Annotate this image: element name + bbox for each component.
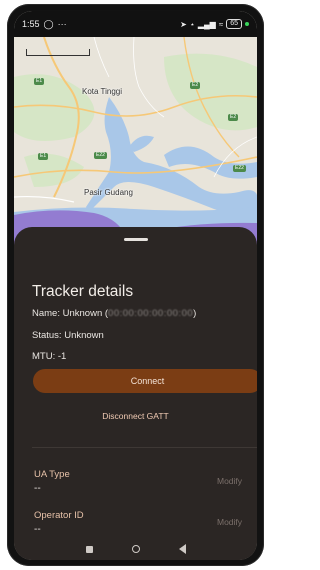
recents-icon[interactable]	[85, 545, 93, 553]
whatsapp-icon: ◯	[43, 18, 54, 29]
tracker-status: Status: Unknown	[32, 330, 104, 341]
home-icon[interactable]	[131, 545, 140, 553]
sheet-title: Tracker details	[32, 283, 134, 300]
road-shield: E22	[94, 152, 107, 159]
ua-type-value: --	[34, 483, 41, 494]
phone-frame: 1:55 ◯ ··· ➤ ⋆ ▂▄▆ ≈ 65 Kota Tinggi Pasi…	[7, 4, 264, 566]
operator-id-value: --	[34, 524, 41, 535]
ua-type-label: UA Type	[34, 469, 70, 480]
road-shield: E2	[190, 82, 201, 89]
status-bar-right: ➤ ⋆ ▂▄▆ ≈ 65	[180, 19, 249, 29]
map-label-pasir-gudang: Pasir Gudang	[84, 188, 133, 197]
map-canvas	[14, 37, 257, 247]
battery-icon: 65	[226, 19, 242, 29]
operator-id-label: Operator ID	[34, 510, 84, 521]
tracker-mtu: MTU: -1	[32, 351, 67, 362]
ua-type-modify-button[interactable]: Modify	[217, 476, 242, 486]
connect-button[interactable]: Connect	[33, 369, 257, 393]
tracker-name-label: Name: Unknown (	[32, 308, 109, 319]
back-icon[interactable]	[178, 544, 186, 554]
bluetooth-icon: ⋆	[189, 19, 195, 29]
road-shield: E22	[233, 165, 246, 172]
wifi-icon: ≈	[218, 19, 224, 29]
signal-icon: ▂▄▆	[197, 19, 216, 29]
road-shield: E2	[228, 114, 239, 121]
operator-id-modify-button[interactable]: Modify	[217, 517, 242, 527]
road-shield: E1	[34, 78, 45, 85]
map-label-kota-tinggi: Kota Tinggi	[82, 87, 123, 96]
navigation-icon: ➤	[180, 19, 187, 29]
tracker-name: Name: Unknown (00:00:00:00:00:00)	[32, 308, 196, 319]
road-shield: E1	[38, 153, 49, 160]
more-icon: ···	[57, 19, 67, 29]
sheet-drag-handle[interactable]	[123, 238, 148, 241]
divider	[32, 447, 257, 448]
system-nav-bar	[14, 538, 257, 560]
disconnect-gatt-button[interactable]: Disconnect GATT	[14, 411, 257, 421]
status-time: 1:55	[22, 19, 40, 29]
screen: 1:55 ◯ ··· ➤ ⋆ ▂▄▆ ≈ 65 Kota Tinggi Pasi…	[14, 11, 257, 560]
tracker-name-close: )	[193, 308, 197, 319]
privacy-indicator-icon	[245, 22, 249, 26]
map-view[interactable]: Kota Tinggi Pasir Gudang E1 E2 E2 E22 E2…	[14, 37, 257, 247]
tracker-mac-redacted: 00:00:00:00:00:00	[108, 308, 194, 319]
status-bar: 1:55 ◯ ··· ➤ ⋆ ▂▄▆ ≈ 65	[14, 11, 257, 37]
map-scale-bar	[26, 49, 90, 56]
status-bar-left: 1:55 ◯ ···	[22, 19, 67, 30]
